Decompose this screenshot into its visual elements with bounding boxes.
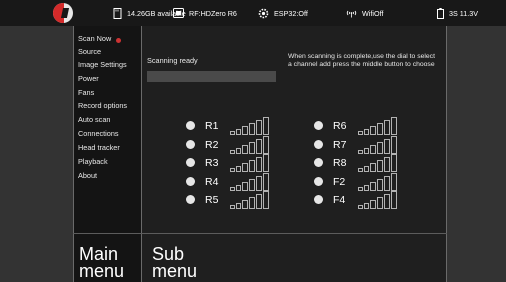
signal-strength-icon: [358, 154, 397, 172]
signal-strength-icon: [358, 191, 397, 209]
channel-radio[interactable]: [314, 139, 323, 149]
divider: [73, 26, 74, 282]
battery-status: 3S 11.3V: [437, 7, 478, 19]
channel-radio[interactable]: [186, 158, 195, 167]
wifi-icon: [346, 10, 357, 18]
channel-label: R1: [205, 120, 219, 132]
battery-icon: [437, 7, 444, 19]
rf-status: RF:HDZero R6: [173, 7, 237, 19]
channel-label: R7: [333, 138, 347, 151]
main-menu-caption-line2: menu: [79, 261, 125, 281]
menu-item-head-tracker[interactable]: Head tracker: [78, 143, 120, 152]
channel-label: R2: [205, 138, 219, 151]
menu-item-record-options[interactable]: Record options: [78, 101, 127, 110]
channel-radio[interactable]: [314, 121, 323, 130]
wifi-text: WifiOff: [362, 8, 384, 18]
channel-radio[interactable]: [186, 139, 195, 149]
channel-label: R4: [205, 175, 219, 188]
signal-strength-icon: [230, 117, 269, 135]
signal-strength-icon: [230, 154, 269, 172]
sub-menu-caption-line2: menu: [152, 261, 198, 281]
menu-item-connections[interactable]: Connections: [78, 129, 119, 138]
menu-item-fans[interactable]: Fans: [78, 88, 94, 97]
channel-radio[interactable]: [186, 121, 195, 130]
channel-label: R8: [333, 157, 347, 169]
signal-strength-icon: [230, 135, 269, 154]
channel-radio[interactable]: [314, 158, 323, 167]
menu-item-source[interactable]: Source: [78, 47, 101, 56]
channel-label: R6: [333, 120, 347, 132]
gear-icon: [258, 8, 269, 18]
scan-status: Scanning ready: [147, 56, 198, 65]
hdzero-logo-icon: [53, 3, 73, 23]
channel-radio[interactable]: [186, 195, 195, 204]
divider: [446, 26, 447, 282]
rf-text: RF:HDZero R6: [189, 8, 237, 18]
divider: [141, 26, 142, 282]
signal-strength-icon: [358, 117, 397, 135]
divider: [73, 233, 447, 234]
right-bezel: [447, 26, 506, 282]
channel-label: F2: [333, 175, 346, 188]
channel-label: F4: [333, 194, 346, 206]
wifi-status: WifiOff: [346, 7, 383, 19]
esp-text: ESP32:Off: [274, 8, 308, 18]
selected-indicator-icon: [116, 38, 121, 43]
left-bezel: [0, 26, 73, 282]
menu-item-scan-now[interactable]: Scan Now: [78, 34, 111, 43]
channel-label: R3: [205, 157, 219, 169]
menu-item-power[interactable]: Power: [78, 74, 99, 83]
receiver-icon: [173, 8, 184, 18]
channel-radio[interactable]: [314, 176, 323, 186]
esp-status: ESP32:Off: [258, 7, 308, 19]
channel-label: R5: [205, 194, 219, 206]
signal-strength-icon: [230, 191, 269, 209]
menu-item-image-settings[interactable]: Image Settings: [78, 60, 127, 69]
menu-item-playback[interactable]: Playback: [78, 157, 108, 166]
scan-progress-bar: [147, 71, 276, 82]
scan-hint: When scanning is complete,use the dial t…: [288, 53, 435, 68]
signal-strength-icon: [358, 135, 397, 154]
status-bar: 14.26GB available RF:HDZero R6 ESP32:Off…: [0, 0, 506, 26]
main-menu-caption: Main menu: [79, 245, 125, 281]
signal-strength-icon: [230, 172, 269, 191]
channel-radio[interactable]: [314, 195, 323, 204]
battery-text: 3S 11.3V: [449, 8, 479, 18]
sub-menu-caption: Sub menu: [152, 245, 198, 281]
menu-item-auto-scan[interactable]: Auto scan: [78, 115, 110, 124]
channel-radio[interactable]: [186, 176, 195, 186]
menu-item-about[interactable]: About: [78, 171, 97, 180]
sd-card-icon: [113, 7, 122, 19]
signal-strength-icon: [358, 172, 397, 191]
